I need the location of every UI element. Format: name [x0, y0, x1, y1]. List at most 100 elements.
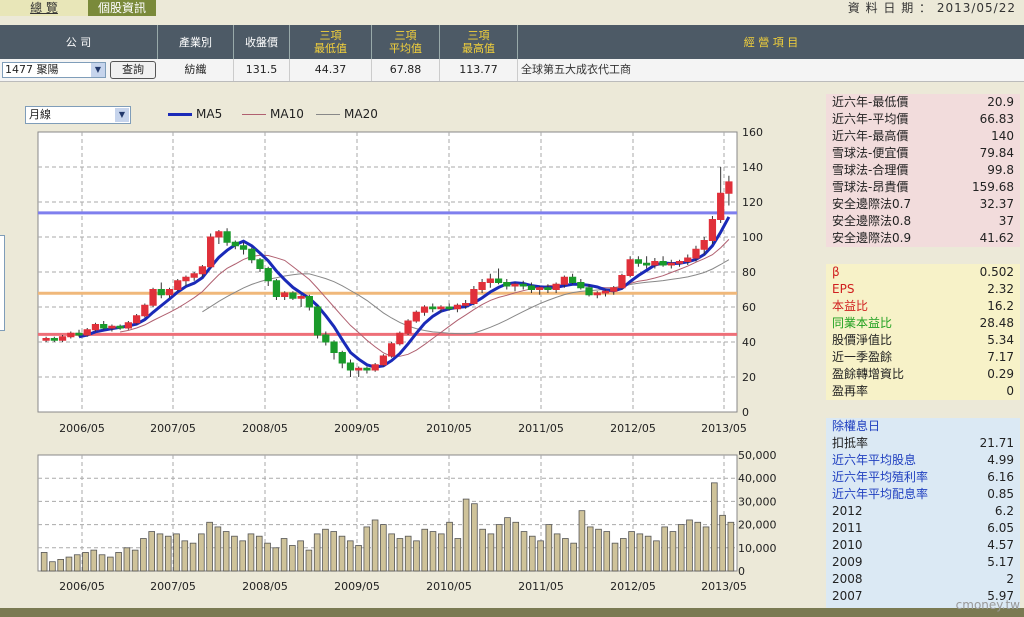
header-company: 公 司: [0, 25, 158, 59]
volume-bar: [164, 535, 172, 572]
volume-bar: [297, 540, 304, 572]
dividend-row: 近六年平均股息 4.99: [826, 452, 1020, 469]
volume-bar: [388, 533, 395, 572]
volume-bar: [727, 521, 735, 572]
candle-body: [437, 306, 445, 310]
candle-body: [462, 303, 470, 306]
candle-body: [585, 287, 593, 296]
volume-bar: [545, 524, 553, 572]
tab-stock-info[interactable]: 個股資訊: [88, 0, 156, 16]
x-tick-label: 2010/05: [426, 422, 472, 435]
candle-body: [100, 324, 108, 329]
row-label: 同業本益比: [832, 316, 893, 330]
dividend-row: 2012 6.2: [826, 503, 1020, 520]
x-tick-label: 2012/05: [610, 580, 656, 593]
x-tick-label: 2006/05: [59, 422, 105, 435]
valuation-row: 雪球法-便宜價 79.84: [826, 145, 1020, 162]
volume-bar: [247, 533, 255, 572]
valuation-row: 安全邊際法0.9 41.62: [826, 230, 1020, 247]
volume-bar: [603, 531, 611, 572]
chevron-down-icon[interactable]: ▼: [91, 63, 105, 77]
row-label: 安全邊際法0.9: [832, 231, 912, 245]
volume-bar: [65, 556, 73, 572]
y-tick-label: 0: [742, 406, 749, 419]
row-label: 2010: [832, 538, 863, 552]
fundamental-row: 股價淨值比 5.34: [826, 332, 1020, 349]
volume-bar: [487, 533, 495, 572]
candle-body: [108, 325, 116, 329]
row-value: 41.62: [979, 231, 1014, 245]
candle-body: [75, 332, 83, 336]
volume-bar: [57, 559, 64, 572]
valuation-panel: 近六年-最低價 20.9 近六年-平均價 66.83 近六年-最高價 140 雪球法-便宜價…: [826, 94, 1020, 247]
tab-overview[interactable]: 總 覽: [0, 0, 88, 16]
volume-bar: [570, 542, 577, 572]
candle-body: [527, 285, 536, 290]
volume-bar: [338, 535, 346, 572]
y-tick-label: 60: [742, 301, 756, 314]
candle-body: [248, 248, 256, 261]
row-label: 雪球法-便宜價: [832, 146, 909, 160]
candle-body: [420, 306, 429, 313]
header-close: 收盤價: [234, 25, 290, 59]
candle-body: [651, 261, 659, 266]
top-bar: 總 覽 個股資訊 資 料 日 期 ： 2013/05/22: [0, 0, 1024, 17]
candle-body: [355, 367, 363, 371]
volume-bar: [380, 524, 387, 572]
candle-body: [297, 296, 305, 299]
watermark: cmoney.tw: [955, 598, 1020, 612]
candle-body: [363, 367, 371, 371]
row-label: 近六年平均殖利率: [832, 470, 929, 484]
stock-select[interactable]: 1477 聚陽 ▼: [2, 62, 106, 78]
volume-bar: [702, 526, 710, 572]
max-value: 113.77: [440, 59, 518, 81]
y-tick-label: 80: [742, 266, 756, 279]
footer-bar: [0, 608, 1024, 617]
candle-body: [379, 355, 388, 366]
volume-bar: [346, 540, 354, 572]
row-value: 21.71: [979, 436, 1014, 450]
volume-bar: [620, 538, 627, 572]
volume-bar: [322, 528, 329, 572]
valuation-row: 雪球法-昂貴價 159.68: [826, 179, 1020, 196]
x-tick-label: 2013/05: [701, 422, 747, 435]
fundamental-row: 盈餘轉增資比 0.29: [826, 366, 1020, 383]
row-value: 5.17: [987, 555, 1014, 569]
volume-bar: [148, 531, 155, 572]
volume-bar: [512, 521, 520, 572]
candle-body: [50, 338, 58, 341]
candle-body: [601, 290, 610, 294]
candle-body: [174, 280, 182, 290]
volume-bar: [495, 524, 503, 572]
row-value: 0.502: [979, 265, 1014, 279]
candle-body: [577, 282, 585, 289]
candle-body: [132, 315, 141, 324]
candle-body: [429, 306, 437, 310]
legend-swatch: [168, 112, 192, 116]
row-value: 6.05: [987, 521, 1014, 535]
candle-body: [338, 352, 346, 364]
volume-bar: [553, 533, 561, 572]
row-value: 28.48: [979, 316, 1014, 330]
legend-swatch: [242, 113, 266, 115]
row-value: 32.37: [979, 197, 1014, 211]
y-tick-label: 50,000: [738, 449, 777, 462]
volume-chart: 0 10,000 20,000 30,000 40,000 50,000 2006/05 20…: [37, 449, 777, 593]
query-button[interactable]: 查詢: [110, 61, 156, 79]
candle-body: [404, 320, 412, 334]
row-label: 近六年-最低價: [832, 95, 909, 109]
volume-bar: [82, 552, 89, 572]
candle-body: [478, 282, 486, 290]
candle-body: [116, 325, 124, 329]
volume-bar: [437, 533, 445, 572]
row-label: 股價淨值比: [832, 333, 893, 347]
candle-body: [330, 341, 338, 353]
candle-body: [519, 283, 527, 287]
dividends-panel: 除權息日 扣抵率 21.71 近六年平均股息 4.99 近六年平均殖利率 6.16 近六年平均…: [826, 418, 1020, 608]
candle-body: [207, 236, 215, 268]
volume-bar: [504, 517, 511, 572]
volume-bar: [595, 528, 602, 572]
candle-body: [396, 332, 404, 345]
volume-bar: [49, 561, 56, 572]
volume-bar: [471, 503, 478, 572]
